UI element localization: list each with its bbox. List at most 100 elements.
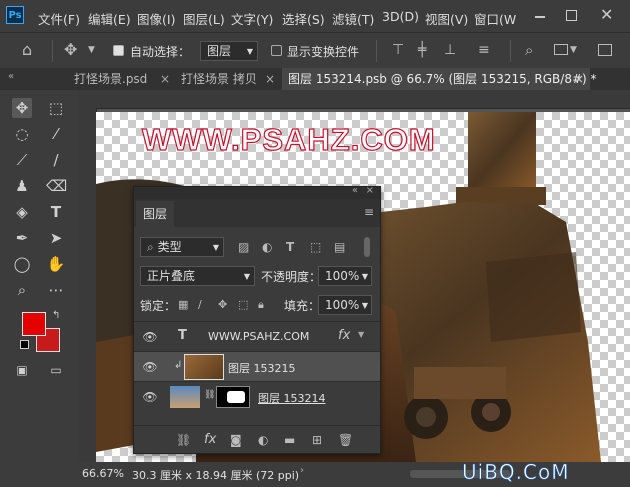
tab-document-1[interactable]: 打怪场景.psd × — [68, 68, 174, 90]
smart-object-filter-icon[interactable]: ▤ — [334, 239, 345, 255]
default-colors-icon[interactable] — [20, 340, 29, 349]
add-mask-icon[interactable]: ◙ — [230, 432, 242, 448]
layer-name[interactable]: 图层 153214 — [258, 390, 326, 406]
adjustment-layer-icon[interactable]: ◐ — [258, 432, 268, 448]
eraser-tool-icon[interactable]: ⌫ — [46, 176, 67, 196]
align-bottom-icon[interactable]: ⊥ — [444, 42, 456, 58]
type-tool-icon[interactable]: T — [46, 202, 66, 222]
lock-pixels-icon[interactable]: ∕ — [198, 297, 202, 313]
fill-field[interactable]: 100% ▼ — [318, 295, 372, 315]
lasso-tool-icon[interactable]: ◌ — [12, 124, 32, 144]
collapse-icon[interactable]: « — [352, 185, 358, 196]
menu-file[interactable]: 文件(F) — [38, 9, 80, 28]
chevron-down-icon[interactable]: ▼ — [88, 42, 95, 58]
distribute-icon[interactable]: ≡ — [478, 42, 490, 58]
type-filter-icon[interactable]: T — [286, 239, 294, 255]
filter-toggle[interactable] — [364, 237, 370, 257]
paint-bucket-tool-icon[interactable]: ◈ — [12, 202, 32, 222]
search-icon[interactable]: ⌕ — [525, 42, 533, 58]
visibility-eye-icon[interactable]: 👁︎ — [142, 322, 158, 352]
visibility-eye-icon[interactable]: 👁︎ — [142, 352, 158, 382]
zoom-tool-icon[interactable]: ⌕ — [12, 280, 32, 300]
lock-position-icon[interactable]: ✥ — [218, 297, 227, 313]
eyedropper-tool-icon[interactable]: ⟋ — [12, 150, 32, 170]
panel-menu-icon[interactable]: ≡ — [364, 205, 374, 219]
auto-select-target-dropdown[interactable]: 图层 ▼ — [200, 41, 258, 61]
move-tool-icon[interactable]: ✥ — [12, 98, 32, 118]
minimize-icon[interactable] — [535, 16, 545, 18]
pixel-filter-icon[interactable]: ▨ — [238, 239, 249, 255]
workspace-icon[interactable] — [554, 44, 568, 55]
ellipse-tool-icon[interactable]: ◯ — [12, 254, 32, 274]
layer-name[interactable]: WWW.PSAHZ.COM — [208, 330, 309, 343]
adjustment-filter-icon[interactable]: ◐ — [262, 239, 272, 255]
home-icon[interactable]: ⌂ — [22, 42, 32, 58]
layer-mask-thumbnail[interactable] — [216, 386, 250, 408]
more-tools-icon[interactable]: ⋯ — [46, 280, 66, 300]
close-icon[interactable]: × — [265, 68, 275, 90]
menu-select[interactable]: 选择(S) — [282, 9, 325, 28]
delete-layer-icon[interactable]: 🗑︎ — [338, 432, 353, 448]
menu-window[interactable]: 窗口(W — [474, 9, 516, 28]
menu-image[interactable]: 图像(I) — [137, 9, 175, 28]
zoom-level[interactable]: 66.67% — [82, 467, 124, 480]
brush-tool-icon[interactable]: ∕ — [46, 150, 66, 170]
group-folder-icon[interactable]: ▬ — [284, 432, 295, 448]
link-icon[interactable]: ⛓︎ — [204, 390, 215, 400]
app-logo[interactable]: Ps — [6, 6, 24, 24]
menu-layer[interactable]: 图层(L) — [183, 9, 225, 28]
blend-mode-dropdown[interactable]: 正片叠底 ▼ — [140, 266, 255, 286]
move-tool-icon[interactable]: ✥ — [64, 42, 77, 58]
new-layer-icon[interactable]: ⊞ — [312, 432, 322, 448]
magic-wand-tool-icon[interactable]: ⁄ — [46, 124, 66, 144]
shape-filter-icon[interactable]: ⬚ — [310, 239, 321, 255]
menu-view[interactable]: 视图(V) — [425, 9, 468, 28]
layer-row-text[interactable]: 👁︎ T WWW.PSAHZ.COM fx ▼ — [134, 321, 380, 352]
align-vcenter-icon[interactable]: ╪ — [418, 42, 426, 58]
screen-mode-icon[interactable]: ▭ — [46, 360, 66, 380]
panel-header-strip: « × — [134, 185, 380, 199]
quick-mask-icon[interactable]: ▣ — [12, 360, 32, 380]
lock-transparency-icon[interactable]: ▦ — [178, 297, 188, 313]
hand-tool-icon[interactable]: ✋ — [46, 254, 66, 274]
close-icon[interactable]: ✕ — [600, 5, 613, 24]
menu-edit[interactable]: 编辑(E) — [88, 9, 131, 28]
layer-row-clipped[interactable]: 👁︎ ↲ 图层 153215 — [134, 351, 380, 382]
lock-artboard-icon[interactable]: ⬚ — [238, 297, 248, 313]
tab-document-3[interactable]: 图层 153214.psb @ 66.7% (图层 153215, RGB/8#… — [282, 68, 597, 90]
layers-tab[interactable]: 图层 — [136, 201, 174, 227]
chevron-down-icon[interactable]: ▼ — [570, 42, 577, 58]
chevron-right-icon[interactable]: › — [300, 465, 304, 476]
layer-row-masked[interactable]: 👁︎ ⛓︎ 图层 153214 — [134, 381, 380, 412]
menu-type[interactable]: 文字(Y) — [231, 9, 273, 28]
auto-select-checkbox[interactable] — [113, 45, 124, 56]
fx-icon[interactable]: fx — [338, 328, 350, 343]
foreground-color-swatch[interactable] — [22, 312, 46, 336]
fx-icon[interactable]: fx — [204, 432, 216, 447]
visibility-eye-icon[interactable]: 👁︎ — [142, 382, 158, 412]
layer-filter-dropdown[interactable]: ⌕ 类型 ▼ — [140, 237, 224, 257]
close-icon[interactable]: × — [160, 68, 170, 90]
layer-name[interactable]: 图层 153215 — [228, 360, 296, 376]
collapse-icon[interactable]: « — [8, 71, 14, 82]
stamp-tool-icon[interactable]: ♟ — [12, 176, 32, 196]
tab-document-2[interactable]: 打怪场景 拷贝 × — [175, 68, 279, 90]
marquee-tool-icon[interactable]: ⬚ — [46, 98, 66, 118]
separator — [52, 40, 53, 62]
opacity-field[interactable]: 100% ▼ — [318, 266, 372, 286]
pen-tool-icon[interactable]: ✒ — [12, 228, 32, 248]
share-icon[interactable] — [598, 44, 612, 56]
align-top-icon[interactable]: ⊤ — [392, 42, 404, 58]
lock-all-icon[interactable]: 🔒︎ — [258, 297, 264, 313]
path-select-tool-icon[interactable]: ➤ — [46, 228, 66, 248]
menu-filter[interactable]: 滤镜(T) — [332, 9, 374, 28]
layers-panel[interactable]: « × 图层 ≡ ⌕ 类型 ▼ ▨ ◐ T ⬚ ▤ 正片叠底 ▼ 不透明度： 1… — [133, 185, 381, 454]
swap-colors-icon[interactable]: ↰ — [52, 310, 60, 321]
menu-3d[interactable]: 3D(D) — [382, 9, 419, 24]
close-icon[interactable]: × — [574, 68, 584, 90]
chevron-down-icon[interactable]: ▼ — [358, 330, 364, 339]
restore-icon[interactable] — [566, 10, 577, 21]
show-transform-checkbox[interactable] — [271, 45, 282, 56]
close-icon[interactable]: × — [366, 185, 374, 196]
link-layers-icon[interactable]: ⛓︎ — [176, 432, 191, 448]
